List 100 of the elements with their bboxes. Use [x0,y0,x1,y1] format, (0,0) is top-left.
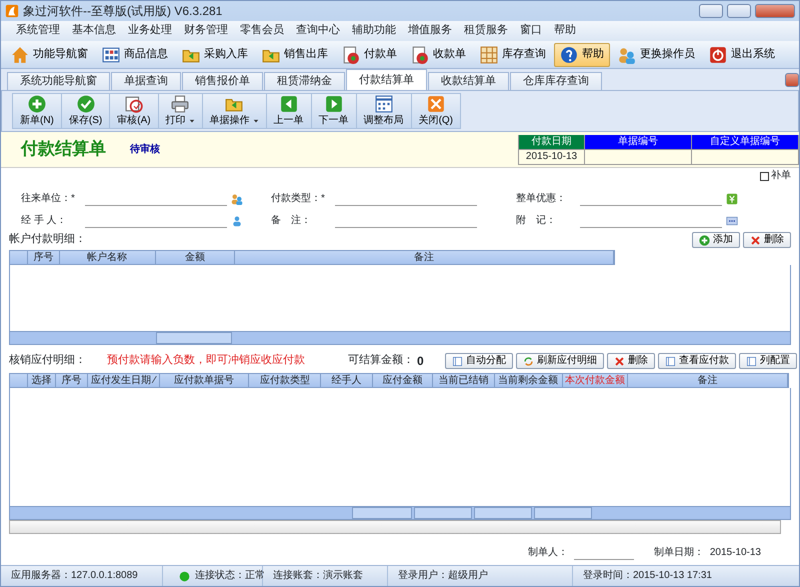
toolbar-button[interactable]: 新单(N) [13,94,62,128]
column-header: 序号 [56,374,88,387]
app-logo-icon [5,4,19,18]
column-header: 当前已结销 [432,374,495,387]
column-header: 应付发生日期 ⁄ [88,374,160,387]
toolbar-button[interactable]: 退出系统 [703,42,781,66]
tab[interactable]: 单据查询 [111,72,181,90]
refresh-icon [523,356,534,366]
toolbar-button[interactable]: 打印 [158,94,203,128]
column-header: 选择 [28,374,56,387]
list-icon [452,356,463,366]
toolbar-button[interactable]: 保存(S) [62,94,110,128]
toolbar-button[interactable]: 销售出库 [256,42,334,66]
document-icon [342,46,360,64]
check-icon [76,95,95,113]
delete-icon [750,234,761,246]
toolbar-button[interactable]: 调整布局 [356,94,412,128]
window-title: 象过河软件--至尊版(试用版) V6.3.281 [23,4,222,18]
toolbar-button[interactable]: 上一单 [266,94,312,128]
horizontal-scrollbar[interactable] [9,520,781,534]
status-text: 应用服务器：127.0.0.1:8089 [11,570,138,582]
close-button[interactable] [755,4,795,18]
toolbar-button[interactable]: 付款单 [336,42,403,66]
caret-icon [188,118,195,124]
toolbar-button[interactable]: 采购入库 [176,42,254,66]
toolbar-button[interactable]: 单据操作 [202,94,267,128]
add-button[interactable]: 添加 [692,232,740,248]
table-icon [480,46,498,64]
menu-item[interactable]: 业务处理 [123,23,177,39]
toolbar-button[interactable]: 审核(A) [110,94,159,128]
field-label: 付款类型：* [271,193,326,205]
amount-label: 可结算金额： [348,354,414,368]
column-header: 应付金额 [373,374,433,387]
toolbar-button[interactable]: 功能导航窗 [5,42,94,66]
field-label: 备 注： [271,215,312,227]
field-label: 往来单位：* [21,193,76,205]
toolbar-button[interactable]: 帮助 [554,42,610,66]
toolbar-button[interactable]: 库存查询 [474,42,552,66]
hint-text: 预付款请输入负数，即可冲销应收应付款 [107,354,305,368]
menu-item[interactable]: 帮助 [549,23,581,39]
column-header: 单据编号 [585,134,692,150]
menu-item[interactable]: 查询中心 [291,23,345,39]
status-text: 登录用户：超级用户 [398,570,488,582]
delete-button[interactable]: 删除 [743,232,791,248]
toolbar-button[interactable]: 收款单 [405,42,472,66]
stamp-icon [124,95,143,113]
close-icon [426,95,445,113]
column-config-button[interactable]: 列配置 [739,353,797,369]
toolbar-button[interactable]: 更换操作员 [612,42,701,66]
field-label: 制单人： [528,547,568,559]
date-value: 2015-10-13 [710,547,761,559]
tab[interactable]: 收款结算单 [428,72,509,90]
status-text: 连接状态：正常 [195,570,265,582]
menu-item[interactable]: 租赁服务 [459,23,513,39]
column-header: 自定义单据编号 [692,134,799,150]
layout-icon [374,95,393,113]
power-icon [709,46,727,64]
tab[interactable]: 系统功能导航窗 [7,72,110,90]
checkbox[interactable] [760,172,769,180]
menu-item[interactable]: 财务管理 [179,23,233,39]
maximize-button[interactable] [727,4,751,18]
menu-item[interactable]: 辅助功能 [347,23,401,39]
tab[interactable]: 租赁滞纳金 [264,72,345,90]
amount-value: 0 [417,354,424,368]
caret-icon [252,118,259,124]
section-label: 核销应付明细： [9,354,86,368]
document-icon [411,46,429,64]
refresh-button[interactable]: 刷新应付明细 [516,353,604,369]
toolbar-button[interactable]: 下一单 [312,94,357,128]
list-icon [665,356,676,366]
menu-item[interactable]: 零售会员 [235,23,289,39]
menu-item[interactable]: 增值服务 [403,23,457,39]
yen-icon [726,193,738,205]
menu-item[interactable]: 窗口 [515,23,547,39]
tab[interactable]: 付款结算单 [346,69,427,90]
home-icon [11,46,29,64]
printer-icon [171,95,190,113]
status-text: 登录时间：2015-10-13 17:31 [583,570,712,582]
tab[interactable]: 销售报价单 [182,72,263,90]
minimize-button[interactable] [699,4,723,18]
tab-close-button[interactable] [785,72,799,86]
view-button[interactable]: 查看应付款 [658,353,736,369]
field-label: 经 手 人： [21,215,68,227]
toolbar-button[interactable]: 商品信息 [96,42,174,66]
column-header: 经手人 [321,374,374,387]
help-icon [560,46,578,64]
tab[interactable]: 仓库库存查询 [510,72,602,90]
column-header: 金额 [156,251,236,264]
users-icon [618,46,636,64]
menu-item[interactable]: 系统管理 [11,23,65,39]
list-icon [746,356,757,366]
column-header: 备注 [235,251,614,264]
grid-icon [102,46,120,64]
menu-item[interactable]: 基本信息 [67,23,121,39]
add-icon [28,95,46,113]
auto-allocate-button[interactable]: 自动分配 [445,353,513,369]
column-header: 备注 [628,374,788,387]
delete-button[interactable]: 删除 [607,353,655,369]
checkbox-label: 补单 [771,170,791,182]
toolbar-button[interactable]: 关闭(Q) [412,94,462,128]
